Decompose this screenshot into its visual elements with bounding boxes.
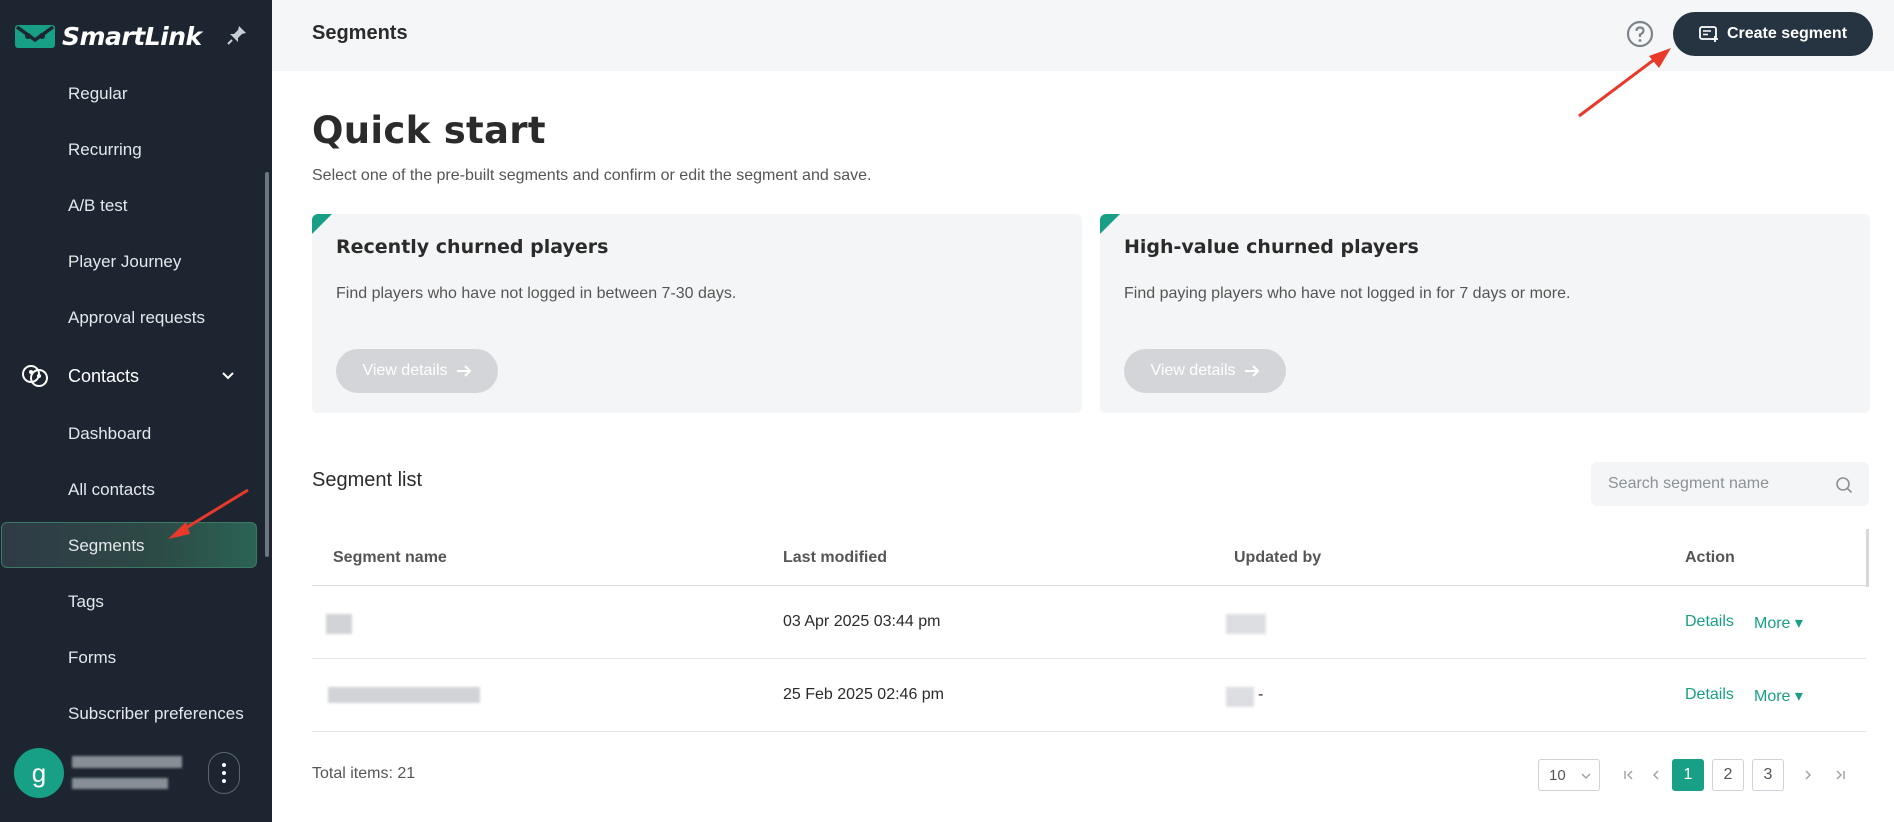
sidebar-item-forms[interactable]: Forms bbox=[68, 648, 116, 668]
sidebar-group-label: Contacts bbox=[68, 365, 140, 386]
sidebar-item-recurring[interactable]: Recurring bbox=[68, 140, 142, 160]
page-title: Segments bbox=[312, 22, 408, 44]
column-header-last-modified[interactable]: Last modified bbox=[783, 549, 887, 567]
chevron-down-icon[interactable] bbox=[218, 366, 238, 386]
more-dropdown[interactable]: More ▾ bbox=[1754, 686, 1803, 706]
segment-list-title: Segment list bbox=[312, 469, 423, 491]
search-icon[interactable] bbox=[1835, 476, 1853, 494]
card-corner-accent bbox=[1100, 214, 1120, 234]
arrow-right-icon bbox=[1244, 365, 1259, 377]
arrow-right-icon bbox=[456, 365, 471, 377]
page-3-button[interactable]: 3 bbox=[1752, 759, 1784, 791]
redacted-updated-by bbox=[1226, 687, 1254, 707]
quick-start-card: High-value churned players Find paying p… bbox=[1100, 214, 1870, 413]
search-placeholder: Search segment name bbox=[1608, 475, 1769, 492]
table-row: 03 Apr 2025 03:44 pm Details More ▾ bbox=[312, 586, 1866, 659]
view-details-label: View details bbox=[362, 362, 448, 379]
first-page-icon[interactable] bbox=[1614, 759, 1644, 791]
details-link[interactable]: Details bbox=[1685, 613, 1734, 631]
sidebar-item-dashboard[interactable]: Dashboard bbox=[68, 424, 151, 444]
column-header-action: Action bbox=[1685, 549, 1735, 566]
create-segment-button[interactable]: Create segment bbox=[1673, 12, 1873, 56]
updated-by-cell: - bbox=[1258, 686, 1264, 703]
card-title: High-value churned players bbox=[1124, 236, 1419, 258]
prev-page-icon[interactable] bbox=[1641, 759, 1671, 791]
redacted-user-name bbox=[72, 756, 182, 768]
redacted-user-email bbox=[72, 778, 168, 789]
sidebar: SmartLink Regular Recurring A/B test Pla… bbox=[0, 0, 272, 822]
more-dropdown[interactable]: More ▾ bbox=[1754, 613, 1803, 633]
view-details-label: View details bbox=[1150, 362, 1236, 379]
brand-logo[interactable]: SmartLink bbox=[14, 18, 202, 54]
create-segment-label: Create segment bbox=[1726, 25, 1848, 42]
page-size-select[interactable]: 10 bbox=[1538, 759, 1600, 791]
column-header-segment-name[interactable]: Segment name bbox=[333, 549, 447, 567]
sidebar-item-segments[interactable]: Segments bbox=[68, 536, 145, 556]
sidebar-item-ab-test[interactable]: A/B test bbox=[68, 196, 128, 216]
card-description: Find paying players who have not logged … bbox=[1124, 285, 1571, 302]
sidebar-item-subscriber-preferences[interactable]: Subscriber preferences bbox=[68, 704, 244, 724]
help-icon[interactable] bbox=[1626, 20, 1654, 48]
card-description: Find players who have not logged in betw… bbox=[336, 285, 737, 302]
redacted-segment-name bbox=[326, 614, 352, 634]
table-header: Segment name Last modified Updated by Ac… bbox=[312, 529, 1866, 586]
contacts-icon bbox=[22, 365, 48, 387]
quick-start-card: Recently churned players Find players wh… bbox=[312, 214, 1082, 413]
next-page-icon[interactable] bbox=[1793, 759, 1823, 791]
card-title: Recently churned players bbox=[336, 236, 609, 258]
redacted-segment-name bbox=[328, 687, 480, 703]
view-details-button[interactable]: View details bbox=[336, 349, 498, 393]
page-header: Segments Create segment bbox=[272, 0, 1894, 71]
quick-start-subtitle: Select one of the pre-built segments and… bbox=[312, 167, 872, 184]
chevron-down-icon bbox=[1581, 773, 1591, 779]
card-corner-accent bbox=[312, 214, 332, 234]
sidebar-scrollbar[interactable] bbox=[265, 172, 269, 557]
total-items: Total items: 21 bbox=[312, 765, 416, 782]
sidebar-item-tags[interactable]: Tags bbox=[68, 592, 104, 612]
page-2-button[interactable]: 2 bbox=[1712, 759, 1744, 791]
user-profile[interactable]: g bbox=[14, 748, 254, 798]
sidebar-group-contacts[interactable]: Contacts bbox=[20, 358, 238, 394]
page-1-button[interactable]: 1 bbox=[1672, 759, 1704, 791]
redacted-updated-by bbox=[1226, 614, 1266, 634]
last-modified-cell: 25 Feb 2025 02:46 pm bbox=[783, 686, 945, 703]
main-content: Quick start Select one of the pre-built … bbox=[272, 71, 1894, 822]
segments-table: Segment name Last modified Updated by Ac… bbox=[312, 529, 1866, 732]
sidebar-item-approval-requests[interactable]: Approval requests bbox=[68, 308, 205, 328]
table-row: 25 Feb 2025 02:46 pm - Details More ▾ bbox=[312, 659, 1866, 732]
pin-icon[interactable] bbox=[226, 24, 248, 46]
sidebar-item-all-contacts[interactable]: All contacts bbox=[68, 480, 155, 500]
details-link[interactable]: Details bbox=[1685, 686, 1734, 704]
view-details-button[interactable]: View details bbox=[1124, 349, 1286, 393]
quick-start-title: Quick start bbox=[312, 109, 546, 152]
sidebar-item-regular[interactable]: Regular bbox=[68, 84, 128, 104]
table-scrollbar[interactable] bbox=[1866, 529, 1869, 587]
brand-name: SmartLink bbox=[62, 21, 202, 51]
page-size-value: 10 bbox=[1549, 767, 1566, 784]
create-segment-icon bbox=[1699, 26, 1718, 42]
last-modified-cell: 03 Apr 2025 03:44 pm bbox=[783, 613, 941, 630]
user-menu-button[interactable] bbox=[208, 752, 240, 794]
column-header-updated-by[interactable]: Updated by bbox=[1234, 549, 1321, 567]
sidebar-item-player-journey[interactable]: Player Journey bbox=[68, 252, 181, 272]
envelope-logo-icon bbox=[15, 25, 55, 48]
search-input[interactable]: Search segment name bbox=[1591, 462, 1869, 506]
avatar[interactable]: g bbox=[14, 748, 64, 798]
last-page-icon[interactable] bbox=[1825, 759, 1855, 791]
